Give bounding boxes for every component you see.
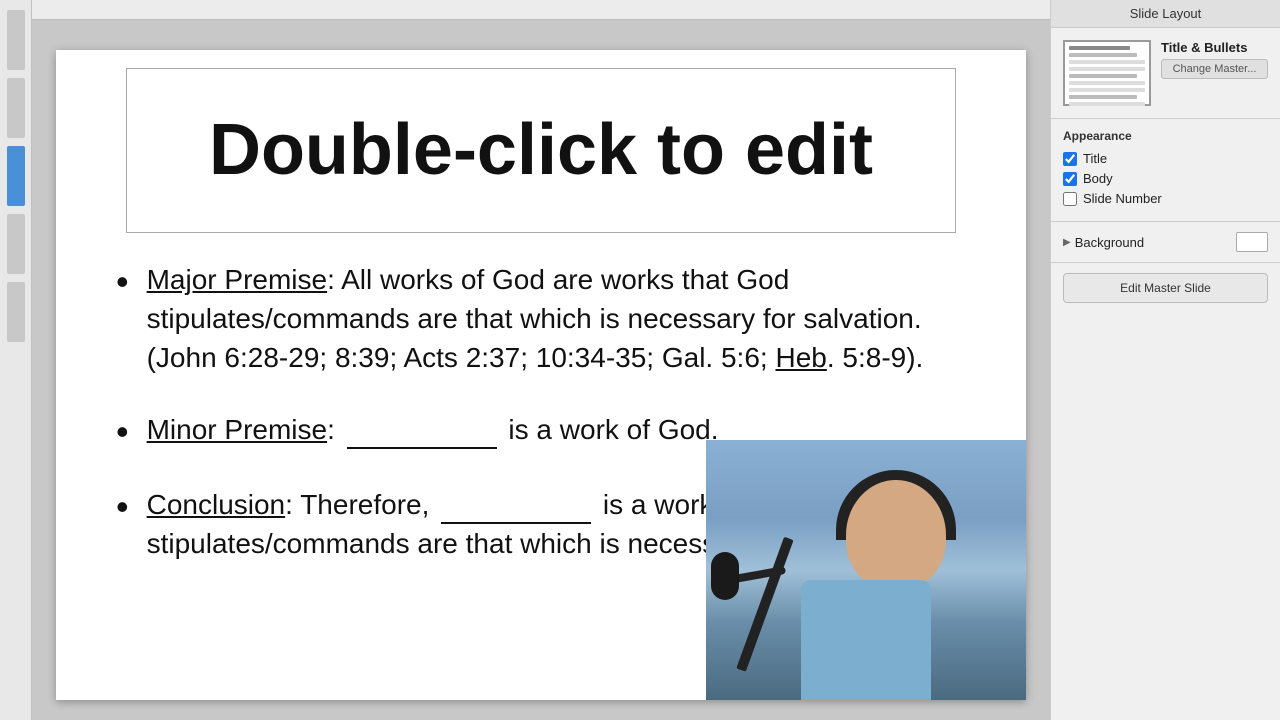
chevron-right-icon: ▶ <box>1063 237 1071 248</box>
background-section: ▶ Background <box>1051 222 1280 263</box>
thumb-line-2 <box>1069 53 1137 57</box>
title-box[interactable]: Double-click to edit <box>126 68 956 233</box>
mic-head <box>711 552 739 600</box>
edit-master-button[interactable]: Edit Master Slide <box>1063 273 1268 303</box>
slide-wrapper: Double-click to edit • Major Premise: Al… <box>32 20 1050 720</box>
term-conclusion: Conclusion <box>147 489 286 520</box>
slide-title[interactable]: Double-click to edit <box>209 111 873 190</box>
appearance-section: Appearance Title Body Slide Number <box>1051 119 1280 222</box>
left-sidebar <box>0 0 32 720</box>
bullet-dot-1: • <box>116 260 129 303</box>
main-area: Double-click to edit • Major Premise: Al… <box>32 0 1050 720</box>
bullet-dot-2: • <box>116 410 129 453</box>
background-color-swatch[interactable] <box>1236 232 1268 252</box>
body-checkbox-label: Body <box>1083 171 1113 186</box>
thumb-line-3 <box>1069 60 1145 64</box>
thumb-line-7 <box>1069 88 1145 92</box>
bullet-content-2: : is a work of God. <box>327 414 718 445</box>
background-label[interactable]: ▶ Background <box>1063 235 1144 250</box>
slide[interactable]: Double-click to edit • Major Premise: Al… <box>56 50 1026 700</box>
bullet-text-1: Major Premise: All works of God are work… <box>147 260 966 378</box>
thumb-line-6 <box>1069 81 1145 85</box>
background-text: Background <box>1075 235 1144 250</box>
term-major-premise: Major Premise <box>147 264 327 295</box>
right-panel: Slide Layout Title & Bullets Change Mast… <box>1050 0 1280 720</box>
term-minor-premise: Minor Premise <box>147 414 327 445</box>
slide-number-checkbox-row: Slide Number <box>1063 191 1268 206</box>
appearance-title: Appearance <box>1063 129 1268 143</box>
thumb-line-5 <box>1069 74 1137 78</box>
layout-name: Title & Bullets <box>1161 40 1268 55</box>
bullet-dot-3: • <box>116 485 129 528</box>
title-checkbox[interactable] <box>1063 152 1077 166</box>
top-bar <box>32 0 1050 20</box>
body-checkbox[interactable] <box>1063 172 1077 186</box>
title-checkbox-label: Title <box>1083 151 1107 166</box>
sidebar-tab-3[interactable] <box>7 146 25 206</box>
title-checkbox-row: Title <box>1063 151 1268 166</box>
mic-pole <box>736 537 793 672</box>
thumb-line-1 <box>1069 46 1130 50</box>
layout-preview-area: Title & Bullets Change Master... <box>1051 28 1280 119</box>
blank-1 <box>347 447 497 449</box>
person-body <box>801 580 931 700</box>
blank-2 <box>441 522 591 524</box>
slide-number-checkbox[interactable] <box>1063 192 1077 206</box>
thumb-line-9 <box>1069 102 1145 106</box>
thumb-line-8 <box>1069 95 1137 99</box>
body-checkbox-row: Body <box>1063 171 1268 186</box>
thumb-line-4 <box>1069 67 1145 71</box>
layout-info: Title & Bullets Change Master... <box>1161 40 1268 79</box>
layout-thumbnail[interactable] <box>1063 40 1151 106</box>
webcam-overlay <box>706 440 1026 700</box>
bullet-item-1: • Major Premise: All works of God are wo… <box>116 260 966 378</box>
webcam-person <box>706 440 1026 700</box>
person-head <box>846 480 946 590</box>
sidebar-tab-1[interactable] <box>7 10 25 70</box>
panel-header: Slide Layout <box>1051 0 1280 28</box>
sidebar-tab-5[interactable] <box>7 282 25 342</box>
slide-number-checkbox-label: Slide Number <box>1083 191 1162 206</box>
sidebar-tab-2[interactable] <box>7 78 25 138</box>
background-row: ▶ Background <box>1063 232 1268 252</box>
sidebar-tab-4[interactable] <box>7 214 25 274</box>
change-master-button[interactable]: Change Master... <box>1161 59 1268 79</box>
